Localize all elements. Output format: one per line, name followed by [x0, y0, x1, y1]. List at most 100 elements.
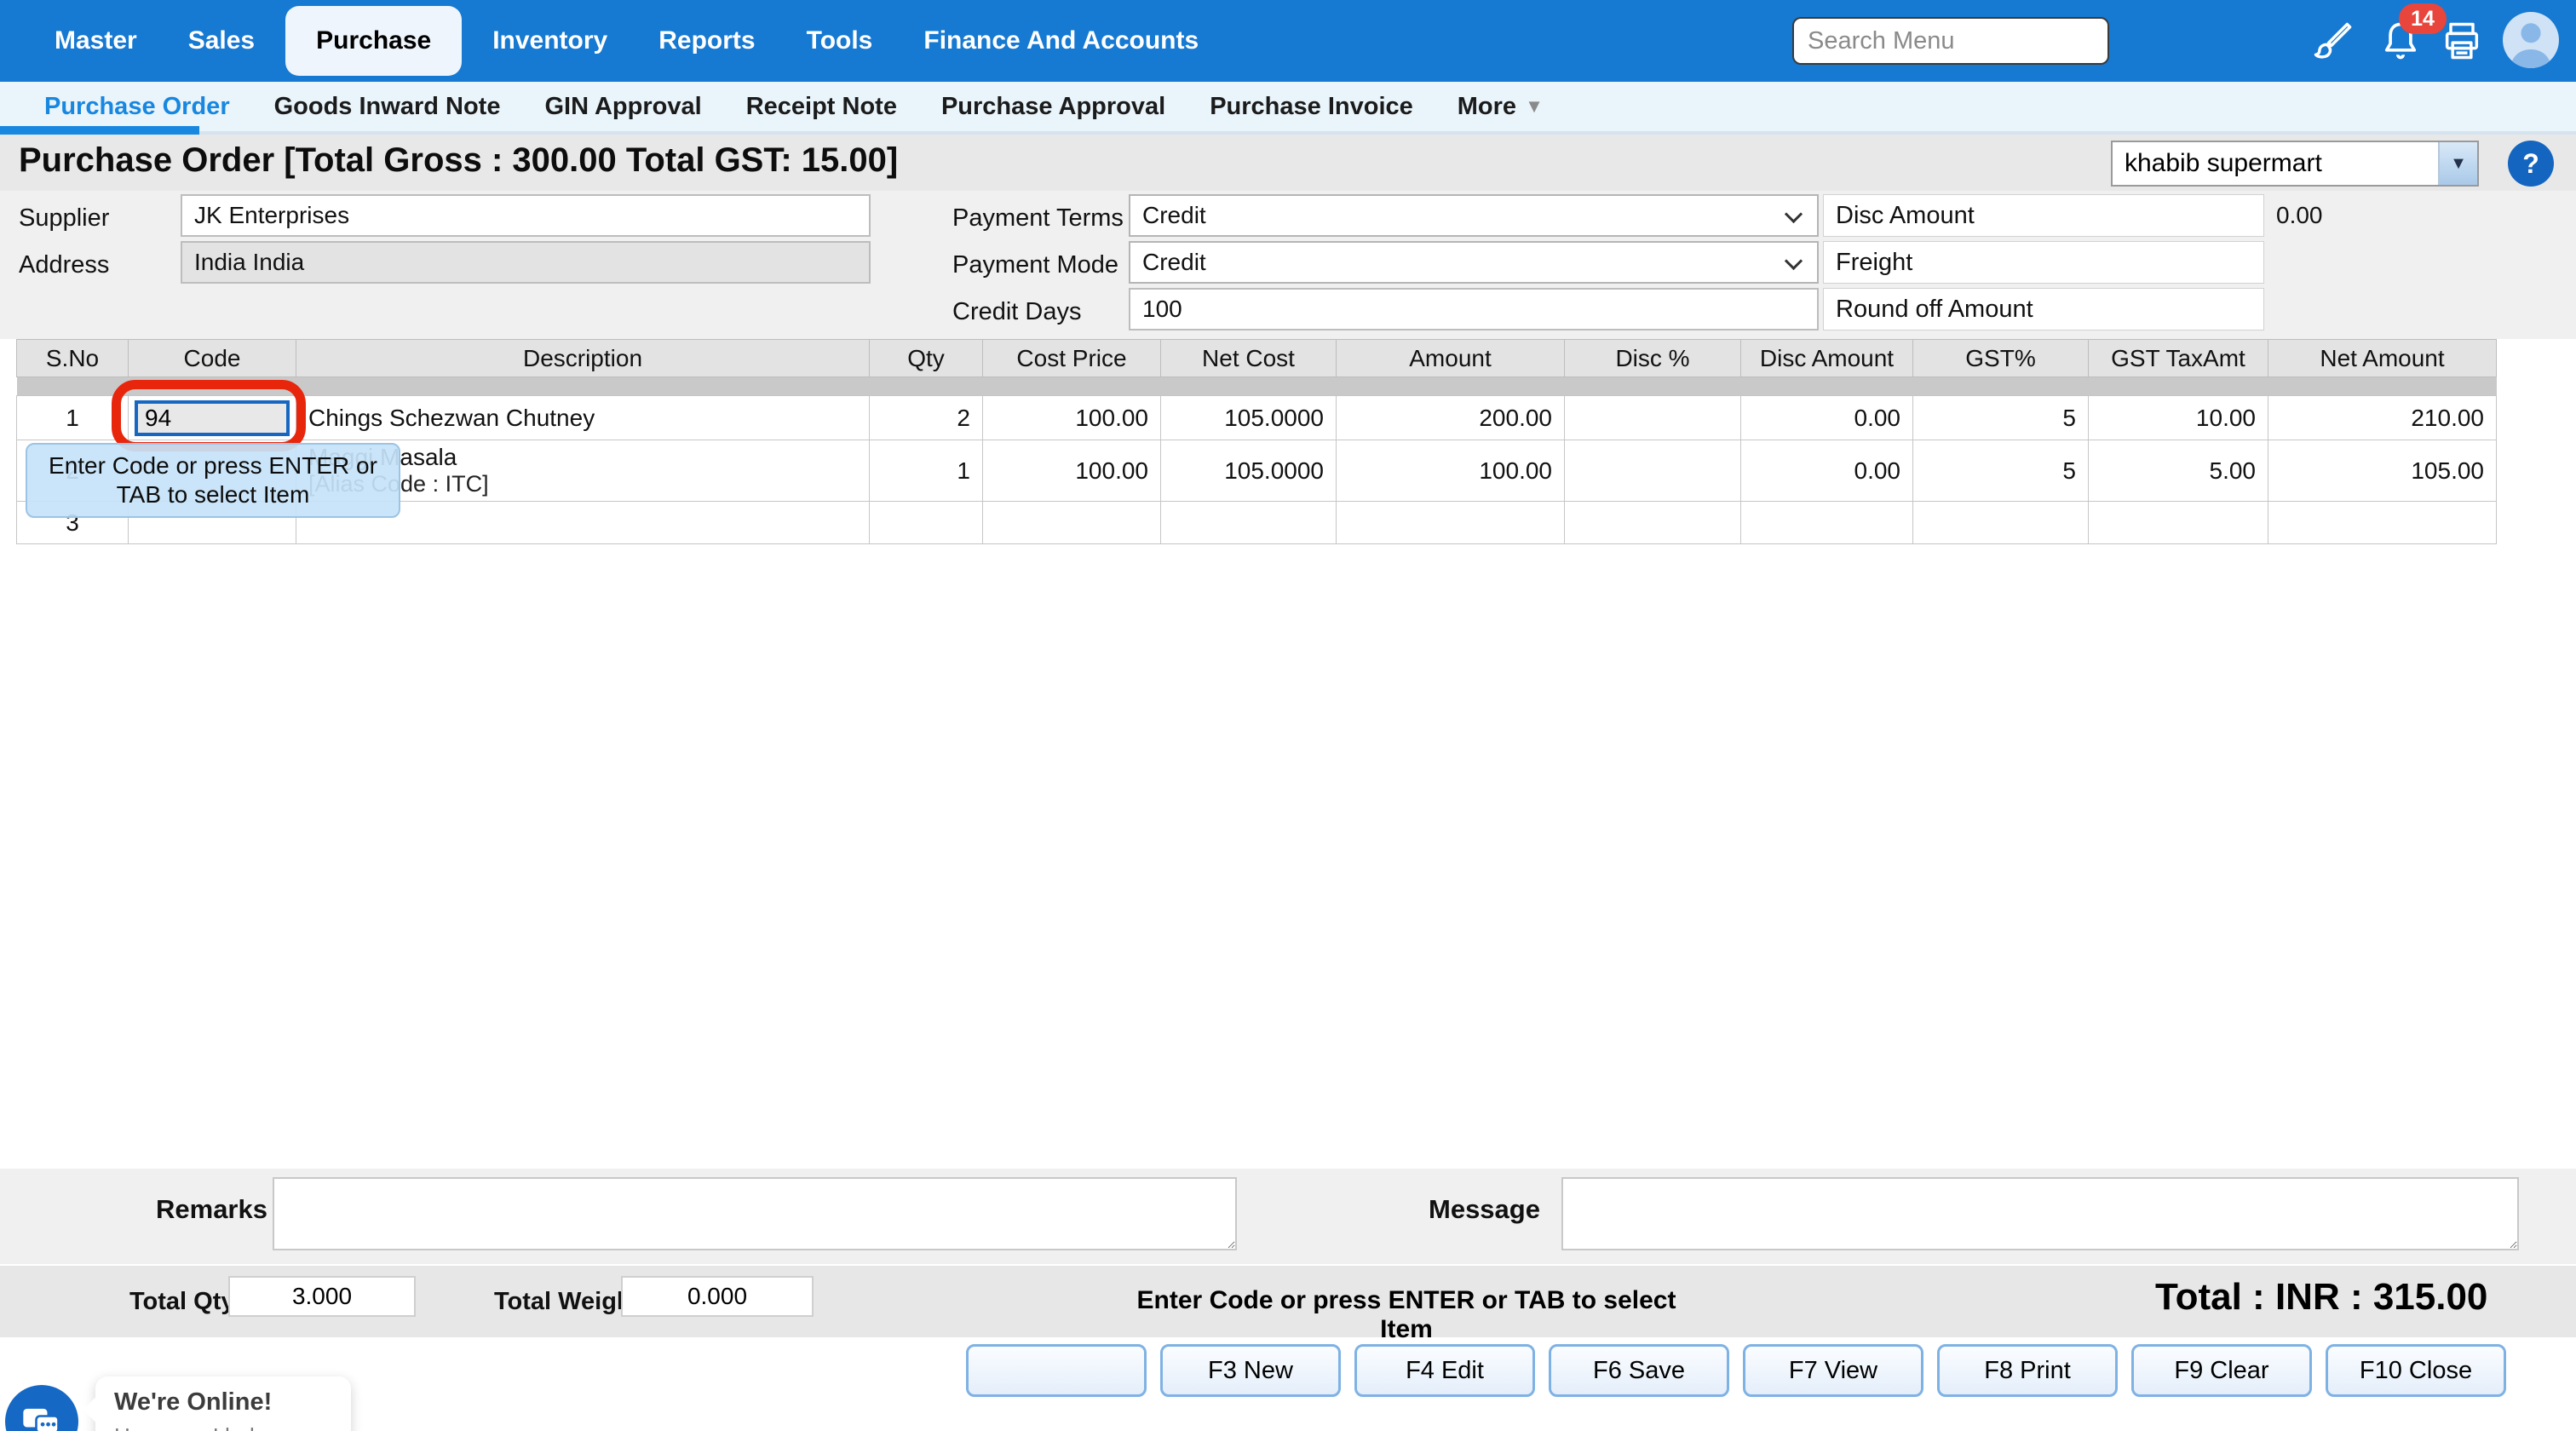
- tab-gin-approval[interactable]: GIN Approval: [522, 82, 723, 131]
- credit-days-input[interactable]: [1129, 288, 1819, 330]
- chat-status-title: We're Online!: [114, 1388, 332, 1417]
- cell-qty[interactable]: 2: [870, 396, 983, 440]
- total-weight-label: Total Weight: [494, 1288, 640, 1316]
- cell-gst-pct[interactable]: 5: [1913, 396, 2089, 440]
- payment-terms-value: Credit: [1142, 202, 1206, 229]
- f9-clear-button[interactable]: F9 Clear: [2131, 1344, 2312, 1397]
- cell-sno[interactable]: 1: [17, 396, 129, 440]
- chevron-down-icon: ▼: [1525, 95, 1544, 118]
- nav-item-purchase[interactable]: Purchase: [285, 6, 462, 76]
- cell-qty[interactable]: [870, 502, 983, 544]
- dropdown-arrow-icon[interactable]: ▼: [2438, 142, 2477, 185]
- cell-amount[interactable]: 200.00: [1337, 396, 1565, 440]
- freight-value[interactable]: [2276, 241, 2489, 284]
- col-header-net-amount: Net Amount: [2268, 340, 2497, 377]
- col-header-disc-pct: Disc %: [1565, 340, 1741, 377]
- tooltip-text: Enter Code or press ENTER or TAB to sele…: [36, 451, 390, 509]
- active-tab-underline: [0, 126, 199, 135]
- disc-amount-value[interactable]: 0.00: [2276, 194, 2489, 237]
- total-qty-input[interactable]: [228, 1276, 416, 1317]
- f4-edit-button[interactable]: F4 Edit: [1354, 1344, 1535, 1397]
- tab-purchase-approval[interactable]: Purchase Approval: [919, 82, 1187, 131]
- title-bar: Purchase Order [Total Gross : 300.00 Tot…: [0, 135, 2576, 191]
- payment-terms-select[interactable]: Credit: [1129, 194, 1819, 237]
- cell-disc-amount[interactable]: 0.00: [1741, 396, 1913, 440]
- freight-label: Freight: [1823, 241, 2264, 284]
- cell-gst-pct[interactable]: [1913, 502, 2089, 544]
- store-selector-dropdown[interactable]: khabib supermart ▼: [2111, 141, 2479, 187]
- cell-gst-taxamt[interactable]: 5.00: [2089, 440, 2268, 502]
- nav-item-tools[interactable]: Tools: [781, 0, 899, 82]
- grid-separator-strip: [17, 377, 2497, 396]
- payment-mode-label: Payment Mode: [952, 251, 1118, 279]
- cell-disc-pct[interactable]: [1565, 396, 1741, 440]
- tab-purchase-invoice[interactable]: Purchase Invoice: [1187, 82, 1435, 131]
- nav-item-reports[interactable]: Reports: [633, 0, 780, 82]
- chat-status-card[interactable]: We're Online! How may I help you today?: [95, 1376, 351, 1431]
- cell-net-cost[interactable]: [1161, 502, 1337, 544]
- search-menu-input[interactable]: [1792, 17, 2109, 65]
- cell-net-amount[interactable]: 105.00: [2268, 440, 2497, 502]
- nav-item-sales[interactable]: Sales: [163, 0, 280, 82]
- printer-icon[interactable]: [2440, 19, 2484, 63]
- status-hint-text: Enter Code or press ENTER or TAB to sele…: [1134, 1286, 1679, 1344]
- f6-save-button[interactable]: F6 Save: [1549, 1344, 1729, 1397]
- address-label: Address: [19, 251, 109, 279]
- cell-cost-price[interactable]: [983, 502, 1161, 544]
- tab-goods-inward-note[interactable]: Goods Inward Note: [252, 82, 523, 131]
- store-selector-value: khabib supermart: [2113, 142, 2438, 185]
- total-weight-input[interactable]: [621, 1276, 814, 1317]
- payment-mode-select[interactable]: Credit: [1129, 241, 1819, 284]
- f7-view-button[interactable]: F7 View: [1743, 1344, 1923, 1397]
- grid-header-row: S.No Code Description Qty Cost Price Net…: [17, 340, 2497, 377]
- address-input: [181, 241, 871, 284]
- supplier-input[interactable]: [181, 194, 871, 237]
- order-header-form: Supplier Address Payment Terms Credit Pa…: [0, 191, 2576, 339]
- nav-item-inventory[interactable]: Inventory: [467, 0, 633, 82]
- tab-receipt-note[interactable]: Receipt Note: [724, 82, 919, 131]
- cell-net-cost[interactable]: 105.0000: [1161, 396, 1337, 440]
- code-entry-tooltip: Enter Code or press ENTER or TAB to sele…: [26, 443, 400, 518]
- notification-count-badge: 14: [2399, 3, 2447, 34]
- f8-print-button[interactable]: F8 Print: [1937, 1344, 2118, 1397]
- cell-disc-pct[interactable]: [1565, 440, 1741, 502]
- payment-mode-value: Credit: [1142, 249, 1206, 276]
- col-header-qty: Qty: [870, 340, 983, 377]
- cell-gst-taxamt[interactable]: [2089, 502, 2268, 544]
- cell-cost-price[interactable]: 100.00: [983, 440, 1161, 502]
- message-label: Message: [1429, 1194, 1540, 1225]
- cell-cost-price[interactable]: 100.00: [983, 396, 1161, 440]
- cell-gst-pct[interactable]: 5: [1913, 440, 2089, 502]
- cell-amount[interactable]: 100.00: [1337, 440, 1565, 502]
- message-textarea[interactable]: [1561, 1177, 2519, 1250]
- cell-disc-amount[interactable]: [1741, 502, 1913, 544]
- payment-terms-label: Payment Terms: [952, 204, 1124, 233]
- cell-qty[interactable]: 1: [870, 440, 983, 502]
- cell-net-amount[interactable]: [2268, 502, 2497, 544]
- f3-new-button[interactable]: F3 New: [1160, 1344, 1341, 1397]
- tab-more[interactable]: More ▼: [1435, 82, 1566, 131]
- cell-amount[interactable]: [1337, 502, 1565, 544]
- cell-disc-amount[interactable]: 0.00: [1741, 440, 1913, 502]
- live-chat-launcher[interactable]: [5, 1385, 78, 1431]
- cell-description[interactable]: Chings Schezwan Chutney: [296, 396, 870, 440]
- user-avatar[interactable]: [2503, 12, 2559, 68]
- nav-item-master[interactable]: Master: [29, 0, 163, 82]
- cell-net-cost[interactable]: 105.0000: [1161, 440, 1337, 502]
- chat-status-subtitle: How may I help you today?: [114, 1423, 332, 1431]
- col-header-net-cost: Net Cost: [1161, 340, 1337, 377]
- round-off-amount-value[interactable]: [2276, 288, 2489, 330]
- tab-purchase-order[interactable]: Purchase Order: [22, 82, 252, 131]
- cell-disc-pct[interactable]: [1565, 502, 1741, 544]
- chat-card-notch: [83, 1396, 109, 1422]
- remarks-textarea[interactable]: [273, 1177, 1237, 1250]
- blank-function-button[interactable]: [966, 1344, 1147, 1397]
- cell-net-amount[interactable]: 210.00: [2268, 396, 2497, 440]
- item-code-input[interactable]: [135, 400, 290, 436]
- paintbrush-theme-icon[interactable]: [2310, 19, 2355, 63]
- nav-item-finance-and-accounts[interactable]: Finance And Accounts: [898, 0, 1224, 82]
- f10-close-button[interactable]: F10 Close: [2326, 1344, 2506, 1397]
- totals-bar: Total Qty Total Weight Enter Code or pre…: [0, 1266, 2576, 1337]
- cell-gst-taxamt[interactable]: 10.00: [2089, 396, 2268, 440]
- help-button[interactable]: ?: [2508, 141, 2554, 187]
